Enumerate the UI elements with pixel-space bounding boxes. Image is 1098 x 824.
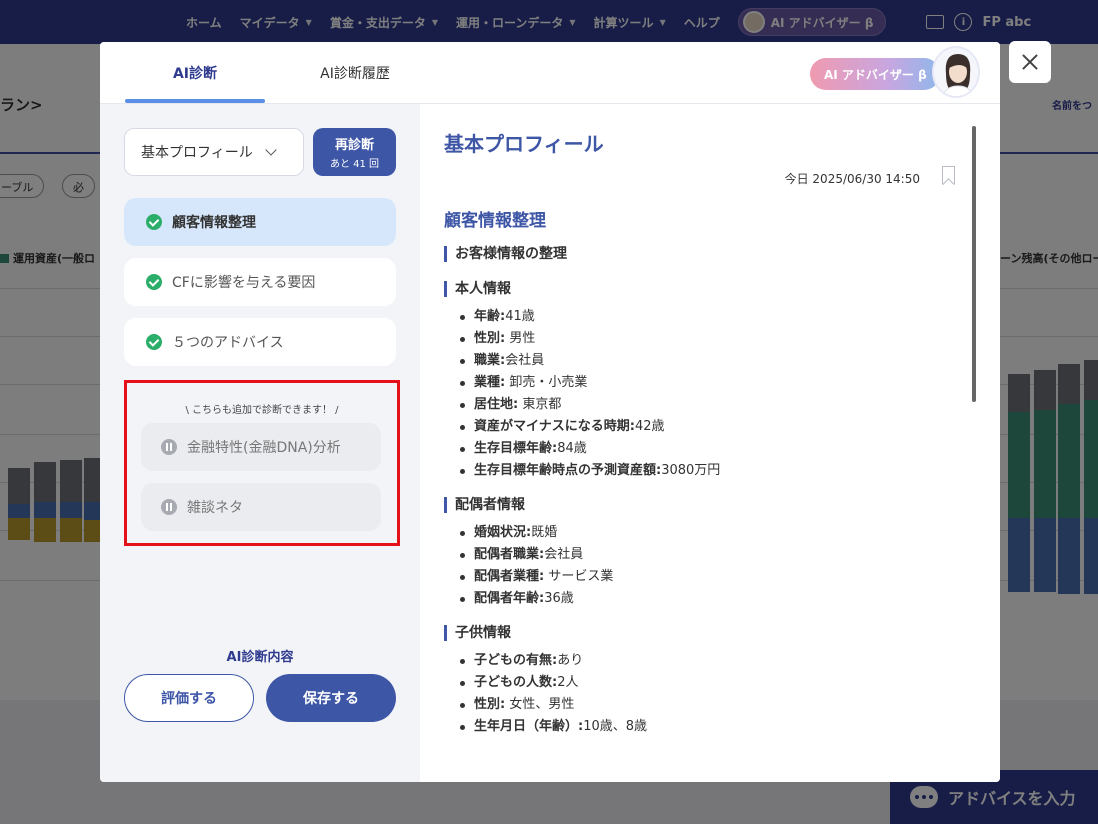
list-item: 配偶者年齢:36歳: [444, 588, 944, 610]
modal-header: AI診断 AI診断履歴 AI アドバイザー β: [100, 42, 1000, 104]
section-heading: 顧客情報整理: [444, 211, 546, 231]
list-item: 年齢:41歳: [444, 306, 944, 328]
list-item: 子どもの有無:あり: [444, 650, 944, 672]
result-timestamp: 今日 2025/06/30 14:50: [784, 172, 920, 186]
scrollbar[interactable]: [972, 126, 976, 402]
check-circle-icon: [146, 214, 162, 230]
subheading-spouse: 配偶者情報: [444, 497, 944, 513]
pause-icon: [161, 499, 177, 515]
check-circle-icon: [146, 274, 162, 290]
list-item: 生存目標年齢時点の予測資産額:3080万円: [444, 460, 944, 482]
step-customer-info[interactable]: 顧客情報整理: [124, 198, 396, 246]
list-item: 生存目標年齢:84歳: [444, 438, 944, 460]
step-five-advice[interactable]: ５つのアドバイス: [124, 318, 396, 366]
additional-diagnosis-note: \ こちらも追加で診断できます！ /: [185, 405, 339, 416]
rediagnose-button[interactable]: 再診断 あと 41 回: [313, 128, 396, 176]
chevron-down-icon: [265, 144, 277, 156]
bookmark-icon[interactable]: [942, 166, 955, 184]
step-cf-factors[interactable]: CFに影響を与える要因: [124, 258, 396, 306]
close-icon: [1022, 54, 1038, 70]
active-tab-indicator: [125, 99, 265, 103]
ai-advisor-badge: AI アドバイザー β: [810, 58, 940, 90]
children-info-list: 子どもの有無:あり 子どもの人数:2人 性別: 女性、男性 生年月日（年齢）:1…: [444, 650, 944, 738]
tab-ai-diagnosis[interactable]: AI診断: [125, 42, 265, 104]
self-info-list: 年齢:41歳 性別: 男性 職業:会社員 業種: 卸売・小売業 居住地: 東京都…: [444, 306, 944, 482]
list-item: 性別: 女性、男性: [444, 694, 944, 716]
diagnosis-content-label: AI診断内容: [226, 650, 294, 665]
advisor-avatar: [932, 46, 980, 98]
diagnosis-result-panel[interactable]: 基本プロフィール 今日 2025/06/30 14:50 顧客情報整理 お客様情…: [420, 104, 1000, 782]
list-item: 配偶者職業:会社員: [444, 544, 944, 566]
list-item: 資産がマイナスになる時期:42歳: [444, 416, 944, 438]
list-item: 子どもの人数:2人: [444, 672, 944, 694]
save-button[interactable]: 保存する: [266, 674, 396, 722]
additional-diagnosis-box: \ こちらも追加で診断できます！ / 金融特性(金融DNA)分析 雑談ネタ: [124, 380, 400, 546]
list-item: 業種: 卸売・小売業: [444, 372, 944, 394]
list-item: 居住地: 東京都: [444, 394, 944, 416]
list-item: 配偶者業種: サービス業: [444, 566, 944, 588]
close-modal-button[interactable]: [1009, 41, 1051, 83]
pause-icon: [161, 439, 177, 455]
list-item: 婚姻状況:既婚: [444, 522, 944, 544]
check-circle-icon: [146, 334, 162, 350]
extra-small-talk[interactable]: 雑談ネタ: [141, 483, 381, 531]
subheading-customer: お客様情報の整理: [444, 246, 944, 262]
subheading-children: 子供情報: [444, 625, 944, 641]
ai-diagnosis-modal: AI診断 AI診断履歴 AI アドバイザー β 基本プロフィール 再診断 あと …: [100, 42, 1000, 782]
tab-ai-diagnosis-history[interactable]: AI診断履歴: [285, 42, 425, 104]
spouse-info-list: 婚姻状況:既婚 配偶者職業:会社員 配偶者業種: サービス業 配偶者年齢:36歳: [444, 522, 944, 610]
left-panel: 基本プロフィール 再診断 あと 41 回 顧客情報整理 CFに影響を与える要因 …: [100, 104, 420, 782]
list-item: 職業:会社員: [444, 350, 944, 372]
list-item: 性別: 男性: [444, 328, 944, 350]
extra-financial-dna[interactable]: 金融特性(金融DNA)分析: [141, 423, 381, 471]
result-title: 基本プロフィール: [444, 132, 604, 156]
evaluate-button[interactable]: 評価する: [124, 674, 254, 722]
diagnosis-type-select[interactable]: 基本プロフィール: [124, 128, 304, 176]
result-body: お客様情報の整理 本人情報 年齢:41歳 性別: 男性 職業:会社員 業種: 卸…: [444, 246, 944, 738]
subheading-self: 本人情報: [444, 281, 944, 297]
list-item: 生年月日（年齢）:10歳、8歳: [444, 716, 944, 738]
